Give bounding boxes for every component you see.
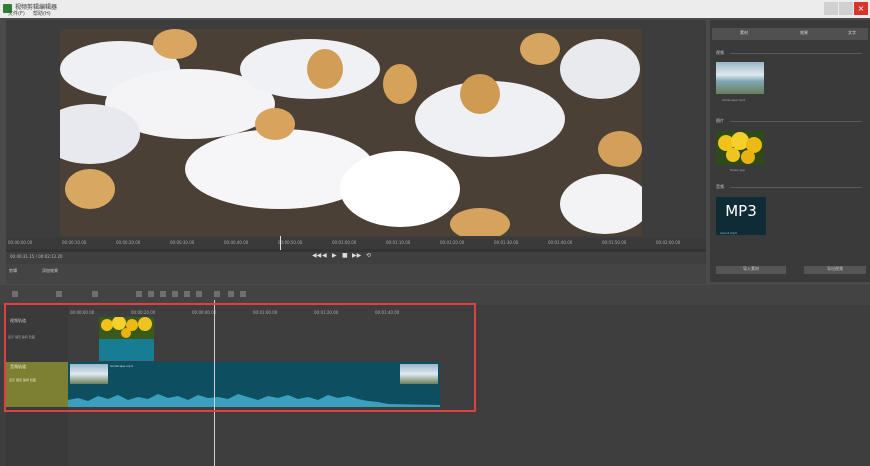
section-audio-heading: 音频 xyxy=(716,184,724,189)
timeline-toolbar xyxy=(0,285,870,305)
paste-icon[interactable] xyxy=(160,291,166,297)
cut-icon[interactable] xyxy=(136,291,142,297)
playhead[interactable] xyxy=(280,236,281,250)
tab-effects[interactable]: 效果 xyxy=(800,30,808,40)
preview-actions-bar xyxy=(6,264,706,284)
undo-icon[interactable] xyxy=(12,291,18,297)
ruler-tick: 00:00:50.00 xyxy=(278,240,303,245)
menu-file[interactable]: 文件(F) xyxy=(8,10,25,17)
highlight-box xyxy=(4,303,476,412)
export-video-button[interactable]: 导出视频 xyxy=(804,266,866,274)
tab-media[interactable]: 素材 xyxy=(740,30,748,40)
snap-icon[interactable] xyxy=(228,291,234,297)
media-thumb-landscape[interactable] xyxy=(716,62,764,94)
split-icon[interactable] xyxy=(92,291,98,297)
close-button[interactable]: × xyxy=(854,2,868,15)
ruler-tick: 00:01:20.00 xyxy=(440,240,465,245)
fast-forward-button[interactable]: ▶▶ xyxy=(352,253,361,259)
ruler-tick: 00:00:00.00 xyxy=(8,240,33,245)
ruler-tick: 00:00:40.00 xyxy=(224,240,249,245)
ruler-tick: 00:01:50.00 xyxy=(602,240,627,245)
divider xyxy=(730,187,862,188)
media-caption: sound.mp3 xyxy=(720,231,737,235)
section-image-heading: 图片 xyxy=(716,118,724,123)
zoom-out-icon[interactable] xyxy=(196,291,202,297)
edit-button[interactable]: 剪辑 xyxy=(9,268,34,277)
library-tab-bar xyxy=(712,28,868,40)
timecode: 00:00:31.15 / 00:02:12.20 xyxy=(10,254,63,259)
settings-icon[interactable] xyxy=(240,291,246,297)
delete-icon[interactable] xyxy=(172,291,178,297)
stop-button[interactable]: ■ xyxy=(342,253,348,259)
flower-image xyxy=(716,131,764,165)
tab-text[interactable]: 文字 xyxy=(848,30,856,40)
ruler-tick: 00:00:30.00 xyxy=(170,240,195,245)
play-button[interactable]: ▶ xyxy=(332,253,338,259)
import-media-button[interactable]: 导入素材 xyxy=(716,266,786,274)
title-bar xyxy=(0,0,870,18)
ruler-tick: 00:01:40.00 xyxy=(548,240,573,245)
prev-frame-button[interactable]: ◀ xyxy=(322,253,328,259)
media-thumb-mp3[interactable]: MP3 xyxy=(716,197,766,235)
media-caption: landscape.mp4 xyxy=(722,98,745,102)
divider xyxy=(730,53,862,54)
section-video-heading: 视频 xyxy=(716,50,724,55)
loop-button[interactable]: ⟲ xyxy=(366,253,372,259)
ruler-tick: 00:02:00.00 xyxy=(656,240,681,245)
redo-icon[interactable] xyxy=(56,291,62,297)
gannets-image xyxy=(60,29,642,236)
ruler-tick: 00:00:10.00 xyxy=(62,240,87,245)
maximize-button[interactable] xyxy=(839,2,853,15)
marker-icon[interactable] xyxy=(214,291,220,297)
ruler-tick: 00:00:20.00 xyxy=(116,240,141,245)
menu-help[interactable]: 帮助(H) xyxy=(33,10,51,17)
minimize-button[interactable] xyxy=(824,2,838,15)
media-thumb-flower[interactable] xyxy=(716,131,764,165)
media-caption: flower.jpg xyxy=(730,168,745,172)
divider xyxy=(730,121,862,122)
ruler-tick: 00:01:00.00 xyxy=(332,240,357,245)
ruler-tick: 00:01:30.00 xyxy=(494,240,519,245)
zoom-in-icon[interactable] xyxy=(184,291,190,297)
ruler-tick: 00:01:10.00 xyxy=(386,240,411,245)
rewind-button[interactable]: ◀◀ xyxy=(312,253,321,259)
add-effect-button[interactable]: 添加效果 xyxy=(42,268,67,277)
preview-video[interactable] xyxy=(60,29,642,236)
copy-icon[interactable] xyxy=(148,291,154,297)
